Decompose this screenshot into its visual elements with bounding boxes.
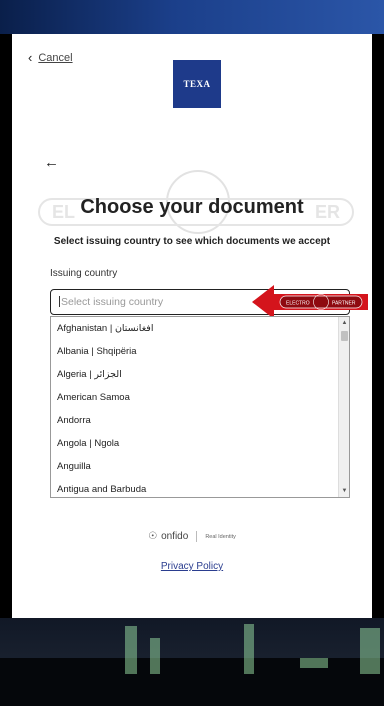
back-arrow-icon[interactable]: ← [44,154,59,171]
onfido-branding: ☉ onfido Real Identity [12,531,372,542]
building-window [360,628,380,674]
building-window [150,638,160,674]
brand-name: onfido [161,531,189,542]
chevron-left-icon: ‹ [28,50,33,65]
input-placeholder: Select issuing country [61,296,164,308]
brand-divider [196,531,198,542]
country-option-albania[interactable]: Albania | Shqipëria [51,340,337,363]
page-title: Choose your document [80,196,304,218]
country-option-antigua[interactable]: Antigua and Barbuda [51,478,337,497]
onfido-logo-icon: ☉ [148,531,158,542]
scroll-down-icon[interactable]: ▼ [339,486,349,496]
country-option-algeria[interactable]: Algeria | الجزائر [51,363,337,386]
building-window [125,626,137,674]
country-option-andorra[interactable]: Andorra [51,409,337,432]
page-subtitle: Select issuing country to see which docu… [53,236,331,247]
country-option-anguilla[interactable]: Anguilla [51,455,337,478]
text-caret [59,296,60,307]
country-option-angola[interactable]: Angola | Ngola [51,432,337,455]
country-dropdown-list[interactable]: Afghanistan | افغانستان Albania | Shqipë… [50,316,350,498]
cancel-link[interactable]: ‹ Cancel [28,51,73,64]
cancel-label: Cancel [38,51,73,64]
scroll-up-icon[interactable]: ▲ [339,318,349,328]
issuing-country-label: Issuing country [50,268,118,279]
top-background-band [0,0,384,34]
privacy-policy-link[interactable]: Privacy Policy [12,561,372,572]
brand-tagline: Real Identity [205,533,236,540]
country-options: Afghanistan | افغانستان Albania | Shqipë… [51,317,337,497]
background-building-photo [0,618,384,706]
country-option-afghanistan[interactable]: Afghanistan | افغانستان [51,317,337,340]
country-option-american-samoa[interactable]: American Samoa [51,386,337,409]
building-window [244,624,254,674]
issuing-country-input[interactable]: Select issuing country [50,289,350,315]
scroll-thumb[interactable] [341,331,348,341]
dropdown-scrollbar[interactable]: ▲ ▼ [338,317,349,497]
building-window [300,658,328,668]
texa-logo: TEXA [173,60,221,108]
